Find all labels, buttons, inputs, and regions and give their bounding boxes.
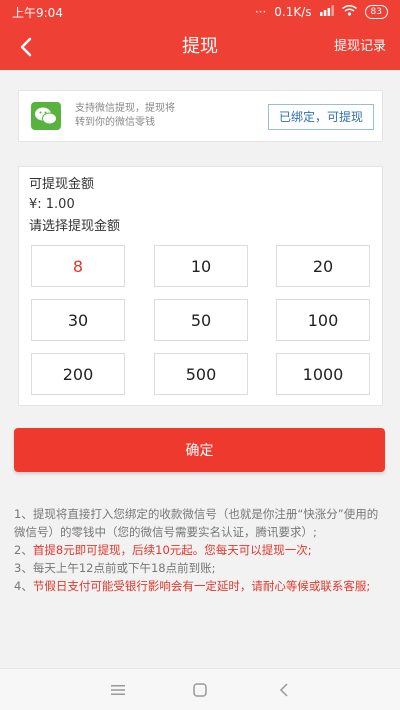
signal-icon: [319, 5, 334, 19]
amount-option-30[interactable]: 30: [31, 299, 125, 341]
note-4-text: 节假日支付可能受银行影响会有一定延时，请耐心等候或联系客服;: [32, 579, 371, 593]
amount-option-100[interactable]: 100: [276, 299, 370, 341]
amount-option-20[interactable]: 20: [276, 245, 370, 287]
back-nav-icon[interactable]: [273, 679, 295, 701]
available-amount-value: ¥: 1.00: [29, 197, 75, 212]
note-2-text: 首提8元即可提现，后续10元起。您每天可以提现一次;: [32, 543, 312, 557]
amount-option-10[interactable]: 10: [154, 245, 248, 287]
note-3: 3、每天上午12点前或下午18点前到账;: [14, 561, 216, 575]
note-1: 1、提现将直接打入您绑定的收款微信号（也就是你注册“快涨分”使用的微信号）的零钱…: [14, 507, 379, 539]
withdraw-notes: 1、提现将直接打入您绑定的收款微信号（也就是你注册“快涨分”使用的微信号）的零钱…: [14, 505, 386, 595]
amount-option-500[interactable]: 500: [154, 353, 248, 395]
battery-indicator: 83: [364, 5, 388, 19]
note-4: 4、节假日支付可能受银行影响会有一定延时，请耐心等候或联系客服;: [14, 577, 386, 595]
amount-card: 可提现金额 ¥: 1.00 请选择提现金额 8 10 20 30 50 100 …: [18, 166, 383, 406]
bound-status-button[interactable]: 已绑定，可提现: [267, 104, 374, 130]
amount-option-200[interactable]: 200: [31, 353, 125, 395]
status-bar: 上午9:04 ··· 0.1K/s 83: [0, 0, 400, 24]
wechat-desc-line1: 支持微信提现，提现将: [75, 103, 175, 114]
confirm-button[interactable]: 确定: [14, 428, 385, 472]
note-2: 2、首提8元即可提现，后续10元起。您每天可以提现一次;: [14, 541, 386, 559]
system-nav-bar: [0, 668, 400, 710]
wechat-icon: [31, 102, 61, 130]
status-dots: ···: [254, 5, 267, 19]
status-right: ··· 0.1K/s 83: [255, 5, 388, 19]
note-4-number: 4、: [14, 579, 33, 593]
select-amount-label: 请选择提现金额: [29, 219, 121, 234]
menu-icon[interactable]: [107, 679, 129, 701]
amount-option-50[interactable]: 50: [154, 299, 248, 341]
amount-option-8[interactable]: 8: [31, 245, 125, 287]
wechat-description: 支持微信提现，提现将 转到你的微信零钱: [75, 102, 245, 130]
app-header: 提现 提现记录: [0, 24, 400, 70]
wechat-desc-line2: 转到你的微信零钱: [75, 117, 155, 128]
available-amount-label: 可提现金额: [29, 177, 95, 192]
wifi-icon: [341, 5, 357, 19]
amount-option-1000[interactable]: 1000: [276, 353, 370, 395]
note-2-number: 2、: [14, 543, 33, 557]
network-speed: 0.1K/s: [274, 5, 312, 19]
withdraw-history-link[interactable]: 提现记录: [334, 24, 386, 70]
wechat-binding-card: 支持微信提现，提现将 转到你的微信零钱 已绑定，可提现: [18, 90, 383, 142]
status-time: 上午9:04: [12, 5, 63, 20]
home-icon[interactable]: [189, 679, 211, 701]
